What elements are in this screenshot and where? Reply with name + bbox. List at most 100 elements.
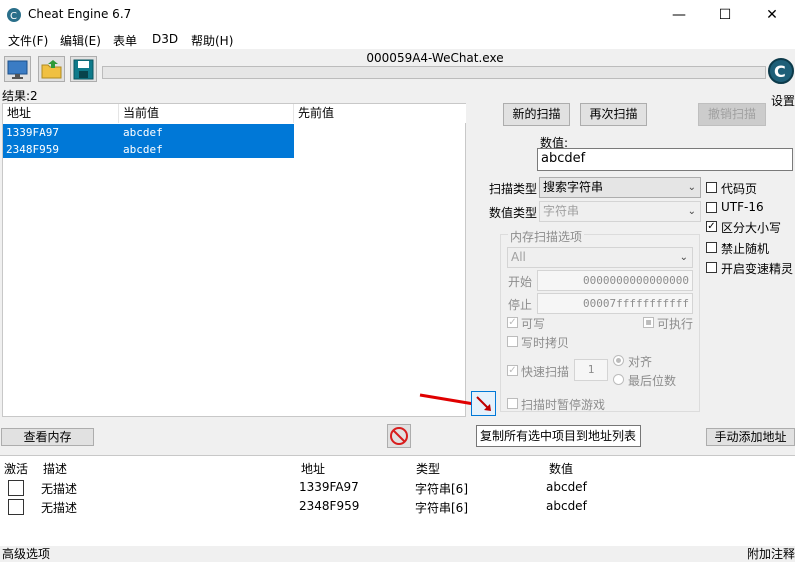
row-value[interactable]: abcdef — [546, 499, 587, 513]
executable-checkbox[interactable]: ▪ — [643, 317, 654, 328]
stop-address-input[interactable]: 00007fffffffffff — [537, 293, 693, 314]
chevron-down-icon: ⌄ — [687, 182, 696, 193]
copy-on-write-label: 写时拷贝 — [521, 336, 570, 350]
save-button[interactable] — [70, 56, 97, 82]
col-previous-value[interactable]: 先前值 — [294, 104, 466, 123]
start-address-input[interactable]: 0000000000000000 — [537, 270, 693, 291]
window-title: Cheat Engine 6.7 — [28, 7, 132, 21]
last-digits-radio[interactable] — [613, 374, 624, 385]
active-checkbox[interactable] — [8, 499, 24, 515]
view-memory-button[interactable]: 查看内存 — [1, 428, 94, 446]
row-address[interactable]: 1339FA97 — [299, 480, 359, 494]
speedhack-label: 开启变速精灵 — [721, 262, 794, 276]
no-random-label: 禁止随机 — [721, 242, 770, 256]
scan-type-select[interactable]: 搜索字符串 ⌄ — [539, 177, 701, 198]
row-description[interactable]: 无描述 — [41, 480, 77, 497]
active-checkbox[interactable] — [8, 480, 24, 496]
utf16-checkbox[interactable] — [706, 202, 717, 213]
settings-label[interactable]: 设置 — [771, 92, 795, 109]
menu-table[interactable]: 表单 — [113, 32, 137, 49]
pause-game-label: 扫描时暂停游戏 — [521, 398, 606, 412]
scan-type-value: 搜索字符串 — [543, 180, 604, 194]
value-type-value: 字符串 — [543, 204, 580, 218]
chevron-down-icon: ⌄ — [687, 206, 696, 217]
col-value[interactable]: 数值 — [549, 460, 573, 477]
memory-options-title: 内存扫描选项 — [508, 228, 585, 245]
address-list[interactable]: 激活 描述 地址 类型 数值 无描述 1339FA97 字符串[6] abcde… — [0, 455, 795, 546]
close-button[interactable]: ✕ — [749, 0, 795, 30]
col-active[interactable]: 激活 — [4, 460, 28, 477]
menu-help[interactable]: 帮助(H) — [191, 32, 233, 49]
row-current: abcdef — [123, 126, 163, 139]
menu-edit[interactable]: 编辑(E) — [60, 32, 101, 49]
col-description[interactable]: 描述 — [43, 460, 67, 477]
table-row[interactable]: 1339FA97 abcdef — [3, 124, 294, 141]
row-type[interactable]: 字符串[6] — [415, 480, 468, 497]
open-file-button[interactable] — [38, 56, 65, 82]
row-description[interactable]: 无描述 — [41, 499, 77, 516]
copy-on-write-checkbox[interactable] — [507, 336, 518, 347]
tooltip: 复制所有选中项目到地址列表 — [476, 425, 641, 447]
speedhack-checkbox[interactable] — [706, 262, 717, 273]
add-address-manually-button[interactable]: 手动添加地址 — [706, 428, 795, 446]
maximize-button[interactable]: ☐ — [702, 0, 748, 30]
new-scan-button[interactable]: 新的扫描 — [503, 103, 570, 126]
folder-icon — [41, 60, 62, 79]
table-row[interactable]: 2348F959 abcdef — [3, 141, 294, 158]
value-type-select[interactable]: 字符串 ⌄ — [539, 201, 701, 222]
codepage-checkbox[interactable] — [706, 182, 717, 193]
stop-icon — [390, 427, 408, 445]
fast-scan-value-input[interactable]: 1 — [574, 359, 608, 381]
value-input[interactable]: abcdef — [537, 148, 793, 171]
open-process-button[interactable] — [4, 56, 31, 82]
row-address[interactable]: 2348F959 — [299, 499, 359, 513]
col-type[interactable]: 类型 — [416, 460, 440, 477]
menu-d3d[interactable]: D3D — [152, 32, 178, 46]
table-extras[interactable]: 附加注释 — [747, 545, 795, 562]
stop-label: 停止 — [508, 298, 533, 312]
col-address[interactable]: 地址 — [301, 460, 325, 477]
found-list[interactable]: 地址 当前值 先前值 1339FA97 abcdef 2348F959 abcd… — [2, 103, 466, 417]
utf16-label: UTF-16 — [721, 200, 764, 214]
cheat-engine-icon: C — [7, 8, 21, 22]
copy-to-address-list-button[interactable] — [471, 391, 496, 416]
row-type[interactable]: 字符串[6] — [415, 499, 468, 516]
codepage-label: 代码页 — [721, 182, 758, 196]
pause-game-checkbox[interactable] — [507, 398, 518, 409]
results-count: 结果:2 — [2, 89, 38, 103]
col-current-value[interactable]: 当前值 — [119, 104, 294, 123]
advanced-options[interactable]: 高级选项 — [2, 545, 50, 562]
settings-logo-icon[interactable]: C — [768, 51, 794, 91]
scan-progress-bar — [102, 66, 766, 79]
status-bar: 高级选项 附加注释 — [0, 545, 795, 562]
start-label: 开始 — [508, 275, 533, 289]
undo-scan-button[interactable]: 撤销扫描 — [698, 103, 766, 126]
no-random-checkbox[interactable] — [706, 242, 717, 253]
svg-text:C: C — [10, 11, 17, 22]
fast-scan-label: 快速扫描 — [521, 365, 570, 379]
title-bar: C Cheat Engine 6.7 — ☐ ✕ — [0, 0, 795, 30]
monitor-icon — [7, 60, 28, 79]
writable-label: 可写 — [521, 317, 546, 331]
chevron-down-icon: ⌄ — [679, 252, 688, 263]
arrow-down-right-icon — [476, 396, 491, 411]
menu-bar: 文件(F) 编辑(E) 表单 D3D 帮助(H) — [0, 30, 795, 49]
memory-region-select[interactable]: All ⌄ — [507, 247, 693, 268]
align-radio[interactable] — [613, 355, 624, 366]
case-sensitive-label: 区分大小写 — [721, 221, 782, 235]
row-address: 1339FA97 — [6, 126, 59, 139]
writable-checkbox[interactable]: ✓ — [507, 317, 518, 328]
row-value[interactable]: abcdef — [546, 480, 587, 494]
save-icon — [73, 59, 94, 80]
next-scan-button[interactable]: 再次扫描 — [580, 103, 647, 126]
stop-button[interactable] — [387, 424, 411, 448]
scan-type-label: 扫描类型 — [489, 182, 538, 196]
executable-label: 可执行 — [657, 317, 694, 331]
case-sensitive-checkbox[interactable]: ✓ — [706, 221, 717, 232]
fast-scan-checkbox[interactable]: ✓ — [507, 365, 518, 376]
row-address: 2348F959 — [6, 143, 59, 156]
minimize-button[interactable]: — — [656, 0, 702, 30]
align-label: 对齐 — [628, 355, 653, 369]
col-address[interactable]: 地址 — [3, 104, 119, 123]
menu-file[interactable]: 文件(F) — [8, 32, 48, 49]
